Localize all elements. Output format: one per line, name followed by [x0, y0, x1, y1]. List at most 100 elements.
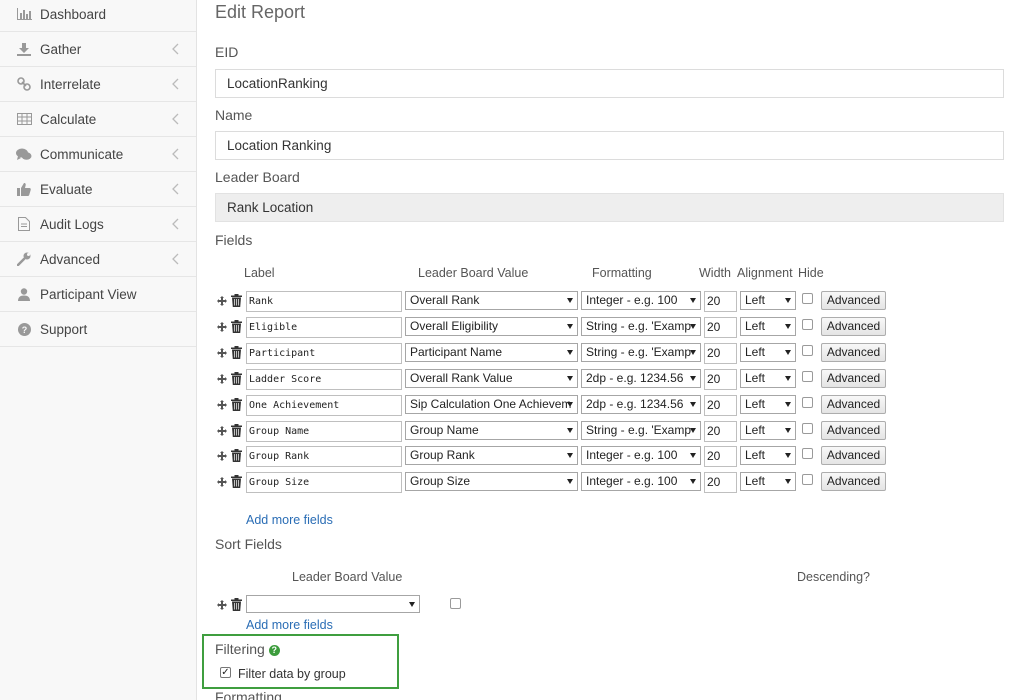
leader-board-value-select[interactable]: Group Size	[405, 472, 578, 492]
move-icon[interactable]	[217, 296, 227, 306]
width-input[interactable]: 20	[704, 472, 737, 494]
sidebar-item-evaluate[interactable]: Evaluate	[0, 172, 196, 207]
trash-icon[interactable]	[231, 449, 242, 463]
width-input[interactable]: 20	[704, 420, 737, 442]
name-label: Name	[215, 107, 253, 123]
trash-icon[interactable]	[231, 397, 242, 411]
help-icon[interactable]: ?	[268, 644, 280, 656]
sidebar-item-participant-view[interactable]: Participant View	[0, 277, 196, 312]
sidebar-item-gather[interactable]: Gather	[0, 32, 196, 67]
width-input[interactable]: 20	[704, 316, 737, 338]
advanced-button[interactable]: Advanced	[821, 368, 886, 388]
formatting-select[interactable]: Integer - e.g. 100	[581, 472, 701, 492]
sort-descending-checkbox[interactable]	[450, 598, 461, 609]
trash-icon[interactable]	[231, 598, 242, 611]
advanced-button[interactable]: Advanced	[821, 394, 886, 414]
leader-board-value-select[interactable]: Overall Eligibility	[405, 316, 578, 336]
alignment-select[interactable]: Left	[740, 291, 796, 310]
formatting-select[interactable]: String - e.g. 'Examp	[581, 342, 701, 362]
eid-input[interactable]: LocationRanking	[215, 69, 1004, 98]
alignment-select[interactable]: Left	[740, 316, 796, 336]
sidebar-item-advanced[interactable]: Advanced	[0, 242, 196, 277]
leader-board-value-select[interactable]: Sip Calculation One Achievem	[405, 394, 578, 414]
trash-icon[interactable]	[231, 423, 242, 437]
alignment-select[interactable]: Left	[740, 342, 796, 362]
trash-icon[interactable]	[231, 475, 242, 489]
alignment-select[interactable]: Left	[740, 446, 796, 466]
field-label-input[interactable]: One Achievement	[246, 394, 402, 416]
hide-checkbox[interactable]	[802, 344, 813, 356]
download-icon	[16, 42, 32, 56]
sidebar-item-dashboard[interactable]: Dashboard	[0, 0, 196, 32]
field-label-input[interactable]: Eligible	[246, 316, 402, 338]
sidebar-item-support[interactable]: ? Support	[0, 312, 196, 347]
formatting-select[interactable]: 2dp - e.g. 1234.56	[581, 394, 701, 414]
alignment-select[interactable]: Left	[740, 394, 796, 414]
sidebar-item-calculate[interactable]: Calculate	[0, 102, 196, 137]
field-label-input[interactable]: Group Size	[246, 472, 402, 494]
hide-checkbox[interactable]	[802, 422, 813, 434]
advanced-button[interactable]: Advanced	[821, 472, 886, 492]
field-label-input[interactable]: Group Rank	[246, 446, 402, 468]
field-label-input[interactable]: Ladder Score	[246, 368, 402, 390]
hide-checkbox[interactable]	[802, 318, 813, 330]
alignment-select[interactable]: Left	[740, 420, 796, 440]
trash-icon[interactable]	[231, 345, 242, 359]
sidebar-item-audit-logs[interactable]: Audit Logs	[0, 207, 196, 242]
hide-checkbox[interactable]	[802, 396, 813, 408]
trash-icon[interactable]	[231, 294, 242, 307]
width-input[interactable]: 20	[704, 446, 737, 468]
move-icon[interactable]	[217, 600, 227, 610]
field-label-input[interactable]: Rank	[246, 291, 402, 312]
add-more-fields-link[interactable]: Add more fields	[246, 513, 333, 527]
trash-icon[interactable]	[231, 371, 242, 385]
move-icon[interactable]	[217, 321, 227, 332]
sort-value-select[interactable]	[246, 595, 420, 613]
width-input[interactable]: 20	[704, 368, 737, 390]
advanced-button[interactable]: Advanced	[821, 316, 886, 336]
leader-board-value-select[interactable]: Overall Rank	[405, 291, 578, 310]
formatting-select[interactable]: 2dp - e.g. 1234.56	[581, 368, 701, 388]
leader-board-value-select[interactable]: Participant Name	[405, 342, 578, 362]
field-label-input[interactable]: Group Name	[246, 420, 402, 442]
formatting-select[interactable]: String - e.g. 'Examp	[581, 316, 701, 336]
advanced-button[interactable]: Advanced	[821, 342, 886, 362]
move-icon[interactable]	[217, 451, 227, 462]
width-input[interactable]: 20	[704, 291, 737, 312]
chevron-left-icon	[172, 78, 179, 90]
leader-board-value-select[interactable]: Group Name	[405, 420, 578, 440]
formatting-select[interactable]: String - e.g. 'Examp	[581, 420, 701, 440]
advanced-button[interactable]: Advanced	[821, 420, 886, 440]
formatting-select[interactable]: Integer - e.g. 100	[581, 291, 701, 310]
move-icon[interactable]	[217, 425, 227, 436]
width-input[interactable]: 20	[704, 394, 737, 416]
hide-checkbox[interactable]	[802, 370, 813, 382]
name-input[interactable]: Location Ranking	[215, 131, 1004, 160]
alignment-select[interactable]: Left	[740, 368, 796, 388]
hide-checkbox[interactable]	[802, 293, 813, 304]
trash-icon[interactable]	[231, 319, 242, 333]
move-icon[interactable]	[217, 477, 227, 488]
hide-checkbox[interactable]	[802, 448, 813, 460]
field-label-input[interactable]: Participant	[246, 342, 402, 364]
field-row: One Achievement Sip Calculation One Achie…	[215, 394, 1005, 417]
width-input[interactable]: 20	[704, 342, 737, 364]
hide-checkbox[interactable]	[802, 474, 813, 486]
field-row: Rank Overall Rank Integer - e.g. 100 20 Left…	[215, 291, 1005, 313]
chevron-left-icon	[172, 148, 179, 160]
move-icon[interactable]	[217, 347, 227, 358]
filter-by-group-label: Filter data by group	[238, 667, 346, 681]
move-icon[interactable]	[217, 373, 227, 384]
advanced-button[interactable]: Advanced	[821, 446, 886, 466]
col-header-hide: Hide	[798, 266, 824, 280]
filter-by-group-checkbox[interactable]: ✓	[220, 667, 231, 678]
leader-board-value-select[interactable]: Overall Rank Value	[405, 368, 578, 388]
advanced-button[interactable]: Advanced	[821, 291, 886, 310]
sidebar-item-interrelate[interactable]: Interrelate	[0, 67, 196, 102]
formatting-select[interactable]: Integer - e.g. 100	[581, 446, 701, 466]
leader-board-value-select[interactable]: Group Rank	[405, 446, 578, 466]
move-icon[interactable]	[217, 399, 227, 410]
alignment-select[interactable]: Left	[740, 472, 796, 492]
sidebar-item-communicate[interactable]: Communicate	[0, 137, 196, 172]
add-more-sort-fields-link[interactable]: Add more fields	[246, 618, 333, 632]
